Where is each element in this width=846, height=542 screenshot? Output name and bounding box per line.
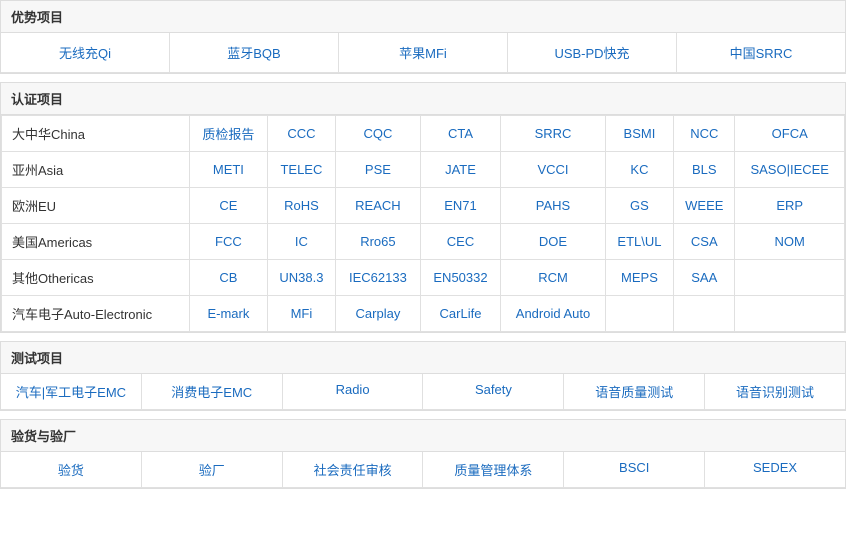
cert-cell-5-2[interactable]: Carplay xyxy=(336,296,421,332)
cert-cell-0-5[interactable]: BSMI xyxy=(605,116,673,152)
cert-cell-2-4[interactable]: PAHS xyxy=(501,188,606,224)
cert-cell-3-1[interactable]: IC xyxy=(267,224,335,260)
cert-cell-3-3[interactable]: CEC xyxy=(420,224,500,260)
cert-cell-0-0[interactable]: 质检报告 xyxy=(190,116,268,152)
test-cell-2[interactable]: Radio xyxy=(283,374,424,409)
cert-cell-4-4[interactable]: RCM xyxy=(501,260,606,296)
cert-cell-1-7[interactable]: SASO|IECEE xyxy=(735,152,845,188)
verification-section: 验货与验厂 验货验厂社会责任审核质量管理体系BSCISEDEX xyxy=(0,419,846,489)
cert-cell-2-3[interactable]: EN71 xyxy=(420,188,500,224)
cert-row-4: 其他OthericasCBUN38.3IEC62133EN50332RCMMEP… xyxy=(2,260,845,296)
advantage-row: 无线充Qi 蓝牙BQB 苹果MFi USB-PD快充 中国SRRC xyxy=(1,33,845,73)
verification-title: 验货与验厂 xyxy=(0,419,846,451)
cert-cell-3-4[interactable]: DOE xyxy=(501,224,606,260)
cert-cell-3-2[interactable]: Rro65 xyxy=(336,224,421,260)
cert-cell-4-0[interactable]: CB xyxy=(190,260,268,296)
cert-cell-1-6[interactable]: BLS xyxy=(674,152,735,188)
test-cell-1[interactable]: 消费电子EMC xyxy=(142,374,283,409)
cert-cell-3-6[interactable]: CSA xyxy=(674,224,735,260)
cert-row-1: 亚州AsiaMETITELECPSEJATEVCCIKCBLSSASO|IECE… xyxy=(2,152,845,188)
cert-row-3: 美国AmericasFCCICRro65CECDOEETL\ULCSANOM xyxy=(2,224,845,260)
cert-cell-4-2[interactable]: IEC62133 xyxy=(336,260,421,296)
cert-cell-4-1[interactable]: UN38.3 xyxy=(267,260,335,296)
adv-cell-1[interactable]: 蓝牙BQB xyxy=(170,33,339,72)
verification-row: 验货验厂社会责任审核质量管理体系BSCISEDEX xyxy=(1,452,845,488)
cert-cell-5-4[interactable]: Android Auto xyxy=(501,296,606,332)
test-cell-5[interactable]: 语音识别测试 xyxy=(705,374,845,409)
cert-cell-0-1[interactable]: CCC xyxy=(267,116,335,152)
cert-cell-2-7[interactable]: ERP xyxy=(735,188,845,224)
cert-cell-1-2[interactable]: PSE xyxy=(336,152,421,188)
verify-cell-1[interactable]: 验厂 xyxy=(142,452,283,487)
test-cell-0[interactable]: 汽车|军工电子EMC xyxy=(1,374,142,409)
cert-cell-5-3[interactable]: CarLife xyxy=(420,296,500,332)
verify-cell-5[interactable]: SEDEX xyxy=(705,452,845,487)
cert-cell-4-6[interactable]: SAA xyxy=(674,260,735,296)
cert-cell-0-3[interactable]: CTA xyxy=(420,116,500,152)
testing-section: 测试项目 汽车|军工电子EMC消费电子EMCRadioSafety语音质量测试语… xyxy=(0,341,846,411)
adv-cell-3[interactable]: USB-PD快充 xyxy=(508,33,677,72)
cert-label-5: 汽车电子Auto-Electronic xyxy=(2,296,190,332)
cert-label-4: 其他Othericas xyxy=(2,260,190,296)
certification-table: 大中华China质检报告CCCCQCCTASRRCBSMINCCOFCA亚州As… xyxy=(1,115,845,332)
cert-cell-2-5[interactable]: GS xyxy=(605,188,673,224)
cert-cell-4-5[interactable]: MEPS xyxy=(605,260,673,296)
cert-cell-3-0[interactable]: FCC xyxy=(190,224,268,260)
cert-cell-2-2[interactable]: REACH xyxy=(336,188,421,224)
verify-cell-2[interactable]: 社会责任审核 xyxy=(283,452,424,487)
cert-row-0: 大中华China质检报告CCCCQCCTASRRCBSMINCCOFCA xyxy=(2,116,845,152)
cert-label-1: 亚州Asia xyxy=(2,152,190,188)
test-cell-3[interactable]: Safety xyxy=(423,374,564,409)
cert-label-2: 欧洲EU xyxy=(2,188,190,224)
cert-cell-2-1[interactable]: RoHS xyxy=(267,188,335,224)
cert-cell-4-7 xyxy=(735,260,845,296)
cert-cell-1-4[interactable]: VCCI xyxy=(501,152,606,188)
verify-cell-3[interactable]: 质量管理体系 xyxy=(423,452,564,487)
verify-cell-4[interactable]: BSCI xyxy=(564,452,705,487)
cert-cell-4-3[interactable]: EN50332 xyxy=(420,260,500,296)
verify-cell-0[interactable]: 验货 xyxy=(1,452,142,487)
cert-label-3: 美国Americas xyxy=(2,224,190,260)
cert-row-2: 欧洲EUCERoHSREACHEN71PAHSGSWEEEERP xyxy=(2,188,845,224)
testing-title: 测试项目 xyxy=(0,341,846,373)
cert-cell-0-4[interactable]: SRRC xyxy=(501,116,606,152)
cert-cell-0-7[interactable]: OFCA xyxy=(735,116,845,152)
cert-cell-3-7[interactable]: NOM xyxy=(735,224,845,260)
cert-cell-5-6 xyxy=(674,296,735,332)
cert-cell-1-1[interactable]: TELEC xyxy=(267,152,335,188)
cert-cell-5-0[interactable]: E-mark xyxy=(190,296,268,332)
certification-section: 认证项目 大中华China质检报告CCCCQCCTASRRCBSMINCCOFC… xyxy=(0,82,846,333)
certification-title: 认证项目 xyxy=(0,82,846,114)
testing-row: 汽车|军工电子EMC消费电子EMCRadioSafety语音质量测试语音识别测试 xyxy=(1,374,845,410)
adv-cell-0[interactable]: 无线充Qi xyxy=(1,33,170,72)
cert-cell-1-5[interactable]: KC xyxy=(605,152,673,188)
cert-cell-1-0[interactable]: METI xyxy=(190,152,268,188)
cert-cell-2-0[interactable]: CE xyxy=(190,188,268,224)
adv-cell-4[interactable]: 中国SRRC xyxy=(677,33,845,72)
cert-cell-2-6[interactable]: WEEE xyxy=(674,188,735,224)
cert-row-5: 汽车电子Auto-ElectronicE-markMFiCarplayCarLi… xyxy=(2,296,845,332)
cert-cell-5-5 xyxy=(605,296,673,332)
advantage-title: 优势项目 xyxy=(0,0,846,32)
cert-cell-5-1[interactable]: MFi xyxy=(267,296,335,332)
adv-cell-2[interactable]: 苹果MFi xyxy=(339,33,508,72)
cert-cell-0-2[interactable]: CQC xyxy=(336,116,421,152)
advantage-section: 优势项目 无线充Qi 蓝牙BQB 苹果MFi USB-PD快充 中国SRRC xyxy=(0,0,846,74)
cert-cell-1-3[interactable]: JATE xyxy=(420,152,500,188)
cert-cell-5-7 xyxy=(735,296,845,332)
cert-cell-3-5[interactable]: ETL\UL xyxy=(605,224,673,260)
cert-cell-0-6[interactable]: NCC xyxy=(674,116,735,152)
test-cell-4[interactable]: 语音质量测试 xyxy=(564,374,705,409)
cert-label-0: 大中华China xyxy=(2,116,190,152)
